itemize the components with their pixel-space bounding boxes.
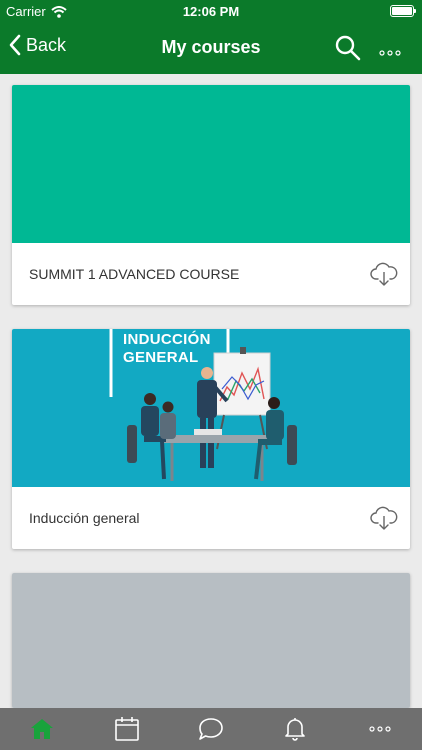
search-icon (335, 35, 361, 61)
cloud-download-icon (370, 262, 398, 286)
course-card[interactable]: INDUCCIÓN GENERAL Inducción general (12, 329, 410, 549)
download-button[interactable] (370, 505, 398, 536)
tab-calendar[interactable] (84, 708, 168, 750)
back-label: Back (26, 34, 67, 55)
chevron-left-icon (9, 34, 21, 56)
meeting-illustration (109, 329, 297, 481)
course-image-heading-line: GENERAL (123, 349, 199, 366)
tab-bar (0, 708, 422, 750)
course-image-heading: INDUCCIÓN GENERAL (123, 331, 211, 367)
calendar-icon (114, 717, 139, 741)
nav-bar: Back My courses (0, 22, 422, 74)
cloud-download-icon (370, 506, 398, 530)
more-icon (379, 50, 401, 56)
course-image (12, 85, 410, 243)
back-button[interactable]: Back (8, 34, 66, 56)
course-title: Inducción general (29, 510, 140, 526)
tab-notifications[interactable] (253, 708, 337, 750)
course-image: INDUCCIÓN GENERAL (12, 329, 410, 487)
tab-home[interactable] (0, 708, 84, 750)
course-image (12, 573, 410, 708)
course-card-footer: SUMMIT 1 ADVANCED COURSE (12, 243, 410, 305)
course-card-footer: Inducción general (12, 487, 410, 549)
more-icon (369, 726, 391, 732)
course-card[interactable]: SUMMIT 1 ADVANCED COURSE (12, 85, 410, 305)
download-button[interactable] (370, 261, 398, 292)
bell-icon (285, 718, 306, 741)
tab-chat[interactable] (169, 708, 253, 750)
home-icon (31, 719, 54, 739)
more-button[interactable] (378, 44, 402, 62)
course-title: SUMMIT 1 ADVANCED COURSE (29, 266, 240, 282)
search-button[interactable] (334, 34, 362, 67)
status-bar: Carrier 12:06 PM (0, 0, 422, 22)
course-image-heading-line: INDUCCIÓN (123, 331, 211, 348)
course-card[interactable] (12, 573, 410, 708)
chat-icon (199, 718, 223, 740)
battery-icon (390, 5, 416, 17)
status-time: 12:06 PM (182, 4, 240, 19)
tab-more[interactable] (338, 708, 422, 750)
